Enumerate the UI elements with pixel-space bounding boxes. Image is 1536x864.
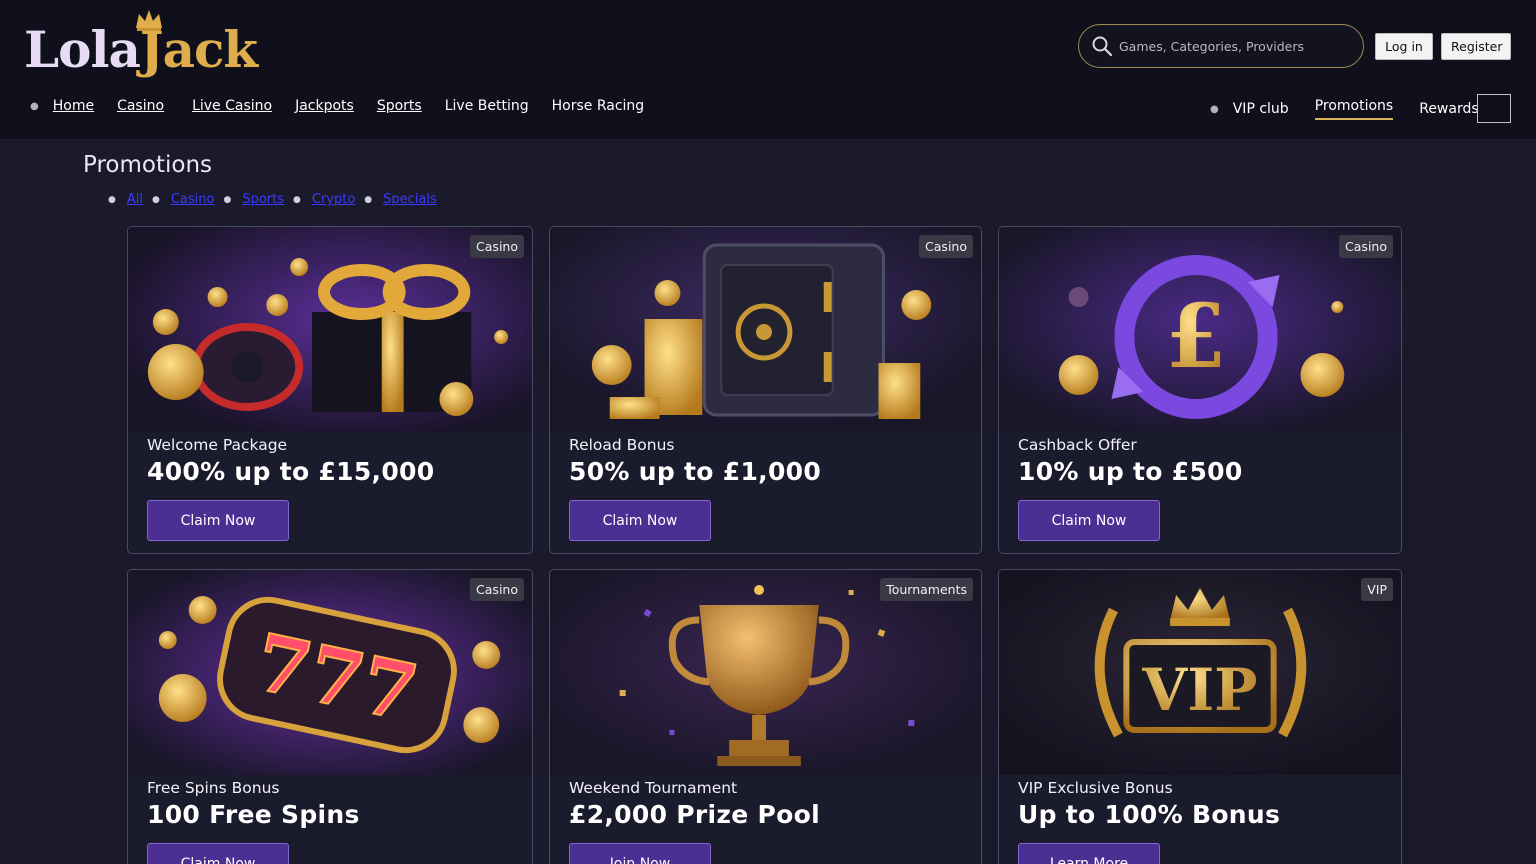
join-now-button[interactable]: Join Now — [569, 843, 711, 864]
promo-headline: 10% up to £500 — [1018, 457, 1243, 486]
login-button[interactable]: Log in — [1375, 33, 1433, 60]
menu-toggle[interactable] — [1477, 94, 1511, 123]
category-badge: Tournaments — [880, 578, 973, 601]
promo-headline: 100 Free Spins — [147, 800, 360, 829]
category-badge: Casino — [470, 578, 524, 601]
secondary-nav: ● VIP club Promotions Rewards — [1210, 98, 1505, 120]
filter-bullet: ● — [293, 194, 301, 205]
category-badge: Casino — [919, 235, 973, 258]
promo-subtitle: Free Spins Bonus — [147, 779, 280, 797]
filter-bullet: ● — [151, 194, 160, 205]
promo-headline: Up to 100% Bonus — [1018, 800, 1281, 829]
register-button[interactable]: Register — [1441, 33, 1511, 60]
svg-text:£: £ — [1166, 285, 1227, 388]
nav-bullet: ● — [1210, 103, 1219, 115]
nav-bullet: ● — [30, 100, 39, 112]
promo-headline: 400% up to £15,000 — [147, 457, 435, 486]
nav-promotions[interactable]: Promotions — [1314, 98, 1394, 120]
nav-home[interactable]: Home — [53, 98, 94, 114]
promo-card-free-spins[interactable]: 777 Casino Free Spins Bonus 100 Free Spi… — [127, 569, 533, 864]
main-nav: ● Home Casino Live Casino Jackpots Sport… — [30, 98, 667, 114]
safe-art — [550, 227, 981, 432]
category-badge: VIP — [1361, 578, 1393, 601]
nav-horse-racing[interactable]: Horse Racing — [552, 98, 645, 114]
filter-sports[interactable]: Sports — [242, 192, 284, 207]
promo-filters: ● All ● Casino ● Sports ● Crypto ● Speci… — [108, 192, 446, 207]
promo-card-reload[interactable]: Casino Reload Bonus 50% up to £1,000 Cla… — [549, 226, 982, 554]
filter-all[interactable]: All — [127, 192, 143, 207]
svg-text:VIP: VIP — [1141, 656, 1257, 724]
promo-subtitle: Cashback Offer — [1018, 436, 1137, 454]
filter-crypto[interactable]: Crypto — [312, 192, 355, 207]
nav-casino[interactable]: Casino — [117, 98, 164, 114]
promo-subtitle: Welcome Package — [147, 436, 288, 454]
page-title: Promotions — [83, 152, 213, 178]
category-badge: Casino — [1339, 235, 1393, 258]
search-icon — [1092, 36, 1113, 57]
nav-rewards[interactable]: Rewards — [1419, 101, 1478, 117]
filter-bullet: ● — [108, 194, 116, 205]
claim-now-button[interactable]: Claim Now — [1018, 500, 1160, 541]
promo-card-welcome[interactable]: Casino Welcome Package 400% up to £15,00… — [127, 226, 533, 554]
lolajack-logo[interactable]: LolaJack — [24, 10, 258, 84]
search-box[interactable] — [1078, 24, 1364, 68]
claim-now-button[interactable]: Claim Now — [147, 500, 289, 541]
filter-bullet: ● — [223, 194, 232, 205]
vip-crown-art: VIP — [999, 570, 1401, 775]
promo-subtitle: Weekend Tournament — [569, 779, 738, 797]
nav-live-casino[interactable]: Live Casino — [192, 98, 272, 114]
nav-jackpots[interactable]: Jackpots — [295, 98, 354, 114]
promo-card-cashback[interactable]: £ Casino Cashback Offer 10% up to £500 C… — [998, 226, 1402, 554]
promo-subtitle: VIP Exclusive Bonus — [1018, 779, 1173, 797]
promo-headline: 50% up to £1,000 — [569, 457, 822, 486]
claim-now-button[interactable]: Claim Now — [147, 843, 289, 864]
promo-card-vip[interactable]: VIP VIP VIP Exclusive Bonus Up to 100% B… — [998, 569, 1402, 864]
promo-card-tournament[interactable]: Tournaments Weekend Tournament £2,000 Pr… — [549, 569, 982, 864]
search-input[interactable] — [1119, 38, 1349, 54]
filter-bullet: ● — [364, 194, 373, 205]
nav-live-betting[interactable]: Live Betting — [445, 98, 529, 114]
site-header: LolaJack Log in Register ● Home Casino L… — [0, 0, 1536, 140]
promo-headline: £2,000 Prize Pool — [569, 800, 820, 829]
category-badge: Casino — [470, 235, 524, 258]
nav-vip-club[interactable]: VIP club — [1233, 101, 1289, 117]
claim-now-button[interactable]: Claim Now — [569, 500, 711, 541]
learn-more-button[interactable]: Learn More — [1018, 843, 1160, 864]
filter-specials[interactable]: Specials — [383, 192, 437, 207]
nav-sports[interactable]: Sports — [377, 98, 422, 114]
logo-wordmark: LolaJack — [24, 20, 258, 79]
promo-subtitle: Reload Bonus — [569, 436, 675, 454]
filter-casino[interactable]: Casino — [171, 192, 215, 207]
